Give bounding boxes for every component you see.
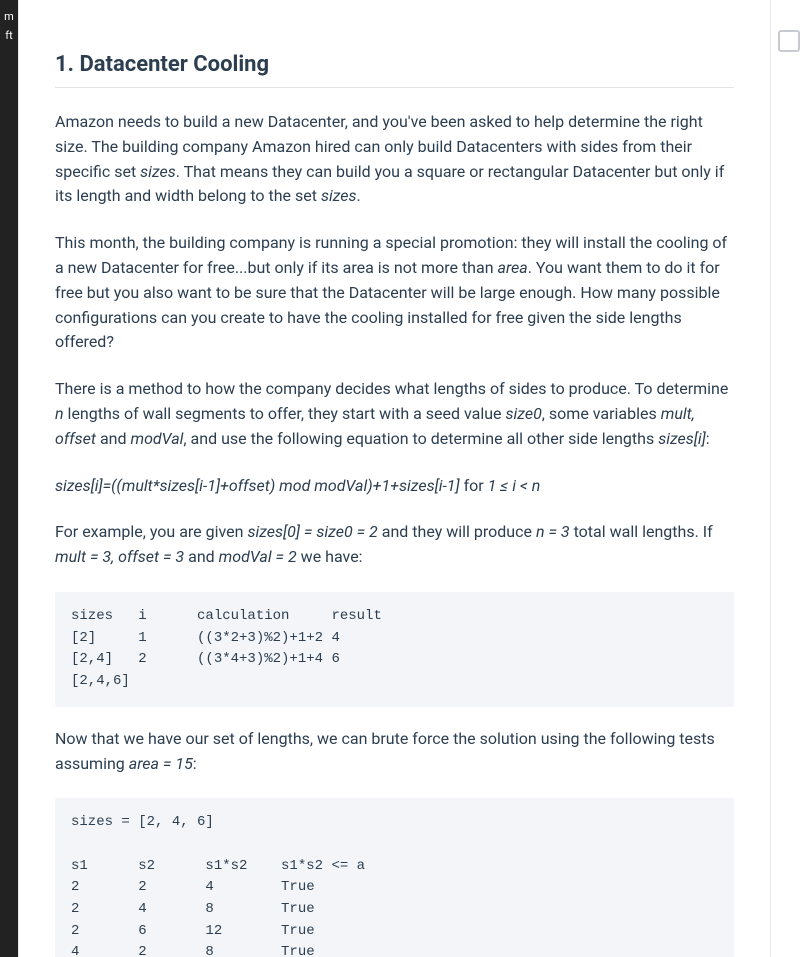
p3-em-modval: modVal	[130, 429, 183, 448]
p3-em-sizesi: sizes[i]	[658, 429, 706, 448]
p4-em4: modVal = 2	[219, 547, 297, 566]
strip-frag-1: m	[4, 10, 14, 23]
content-wrapper: 1. Datacenter Cooling Amazon needs to bu…	[19, 0, 770, 957]
paragraph-5: Now that we have our set of lengths, we …	[55, 727, 734, 777]
code-block-1: sizes i calculation result [2] 1 ((3*2+3…	[55, 592, 734, 707]
p1-em2: sizes	[321, 186, 357, 205]
p5-b: :	[193, 754, 197, 773]
layout-root: m ft L ○ 1. Datacenter Cooling Amazon ne…	[0, 0, 806, 957]
p4-em3: mult = 3, offset = 3	[55, 547, 184, 566]
p4-e: we have:	[297, 547, 363, 566]
p4-em2: n = 3	[536, 522, 570, 541]
code-block-2: sizes = [2, 4, 6] s1 s2 s1*s2 s1*s2 <= a…	[55, 798, 734, 957]
p3-b: lengths of wall segments to offer, they …	[64, 404, 506, 423]
paragraph-1: Amazon needs to build a new Datacenter, …	[55, 110, 734, 209]
p1-em1: sizes	[140, 162, 176, 181]
formula-main: sizes[i]=((mult*sizes[i-1]+offset) mod m…	[55, 476, 460, 495]
p1-c: .	[357, 186, 361, 205]
p2-em1: area	[498, 258, 528, 277]
formula-line: sizes[i]=((mult*sizes[i-1]+offset) mod m…	[55, 474, 734, 499]
p3-e: , and use the following equation to dete…	[183, 429, 658, 448]
title-rule	[55, 87, 734, 88]
paragraph-3: There is a method to how the company dec…	[55, 377, 734, 451]
right-rail	[770, 0, 806, 957]
p4-c: total wall lengths. If	[570, 522, 713, 541]
problem-title: 1. Datacenter Cooling	[55, 52, 734, 77]
p3-em-size0: size0	[505, 404, 541, 423]
p4-d: and	[184, 547, 219, 566]
left-sidebar-strip: m ft	[0, 0, 18, 957]
formula-mid: for	[460, 476, 488, 495]
p3-em-n: n	[55, 404, 64, 423]
p3-a: There is a method to how the company dec…	[55, 379, 728, 398]
p4-a: For example, you are given	[55, 522, 247, 541]
p4-b: and they will produce	[378, 522, 536, 541]
paragraph-2: This month, the building company is runn…	[55, 231, 734, 355]
p3-f: :	[706, 429, 710, 448]
right-rail-box[interactable]	[778, 30, 800, 52]
formula-range: 1 ≤ i < n	[488, 476, 541, 495]
p4-em1: sizes[0] = size0 = 2	[247, 522, 377, 541]
p5-em1: area = 15	[129, 754, 193, 773]
content-scroll[interactable]: 1. Datacenter Cooling Amazon needs to bu…	[19, 0, 770, 957]
p3-d: and	[96, 429, 131, 448]
p3-c: , some variables	[542, 404, 661, 423]
paragraph-4: For example, you are given sizes[0] = si…	[55, 520, 734, 570]
strip-frag-2: ft	[5, 29, 12, 42]
